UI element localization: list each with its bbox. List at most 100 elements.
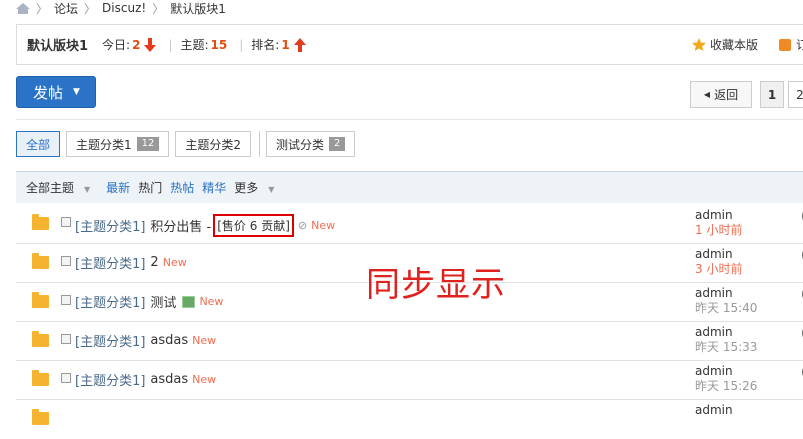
thread-row[interactable]: [主题分类1] asdas New admin 昨天 15:26 ( <box>16 361 803 400</box>
post-time: 昨天 15:33 <box>695 340 758 354</box>
author-name[interactable]: admin <box>695 325 733 339</box>
thread-title[interactable]: asdas <box>150 333 188 348</box>
post-time: 昨天 15:26 <box>695 379 758 393</box>
breadcrumb: 〉 论坛 〉 Discuz! 〉 默认版块1 <box>16 0 226 16</box>
breadcrumb-separator: 〉 <box>84 1 97 16</box>
all-topics-dropdown[interactable]: 全部主题 ▼ <box>26 179 98 196</box>
author-name[interactable]: admin <box>695 403 733 417</box>
filter-digest[interactable]: 精华 <box>202 179 226 196</box>
page-2[interactable]: 2 <box>788 81 803 108</box>
post-time: 1 小时前 <box>695 223 743 237</box>
divider <box>16 119 803 120</box>
favorite-label: 收藏本版 <box>709 38 758 52</box>
thread-checkbox[interactable] <box>61 256 71 266</box>
thread-title[interactable]: asdas <box>150 372 188 387</box>
divider <box>259 131 261 157</box>
tab-label: 测试分类 <box>276 137 325 152</box>
image-icon <box>182 295 196 308</box>
breadcrumb-item-discuz[interactable]: Discuz! <box>102 1 146 15</box>
thread-filter-bar: 全部主题 ▼ 最新 热门 热帖 精华 更多 ▼ <box>16 171 803 203</box>
caret-down-icon: ▼ <box>84 185 91 194</box>
favorite-forum-link[interactable]: 收藏本版 <box>691 36 758 53</box>
tab-category-2[interactable]: 主题分类2 <box>175 131 252 157</box>
new-badge: New <box>199 295 224 308</box>
page-1[interactable]: 1 <box>760 81 784 108</box>
category-tabs: 全部 主题分类1 12 主题分类2 测试分类 2 <box>16 131 361 157</box>
tab-test-category[interactable]: 测试分类 2 <box>266 131 356 157</box>
all-topics-label: 全部主题 <box>26 181 75 195</box>
breadcrumb-separator: 〉 <box>36 1 49 16</box>
rank-value: 1 <box>281 37 290 52</box>
breadcrumb-item-current[interactable]: 默认版块1 <box>170 0 226 17</box>
new-badge: New <box>192 373 217 386</box>
subscribe-label: 订 <box>795 38 803 52</box>
chevron-left-icon: ◀ <box>703 90 711 99</box>
tab-label: 主题分类1 <box>76 137 132 152</box>
filter-latest[interactable]: 最新 <box>106 179 130 196</box>
tab-label: 主题分类2 <box>185 137 242 152</box>
forum-name: 默认版块1 <box>27 39 89 54</box>
attachment-icon: ⊘ <box>297 219 308 232</box>
topics-count: 15 <box>210 37 228 52</box>
author-name[interactable]: admin <box>695 247 733 261</box>
arrow-up-icon <box>293 37 306 52</box>
author-name[interactable]: admin <box>695 208 733 222</box>
today-label: 今日: <box>102 38 131 52</box>
folder-icon <box>32 214 49 230</box>
count-badge: 12 <box>136 137 160 151</box>
author-name[interactable]: admin <box>695 286 733 300</box>
filter-hot-posts[interactable]: 热帖 <box>170 179 194 196</box>
new-badge: New <box>162 256 187 269</box>
caret-down-icon: ▼ <box>268 185 275 194</box>
forum-info-bar: 默认版块1 今日: 2 | 主题: 15 | 排名: 1 收藏本版 订 <box>16 24 803 65</box>
thread-title[interactable]: 积分出售 - <box>150 216 211 235</box>
more-label: 更多 <box>234 181 259 195</box>
thread-category[interactable]: [主题分类1] <box>75 292 145 311</box>
post-time: 3 小时前 <box>695 262 743 276</box>
star-icon <box>691 38 706 51</box>
breadcrumb-item-forum[interactable]: 论坛 <box>54 0 78 17</box>
breadcrumb-separator: 〉 <box>152 1 165 16</box>
folder-icon <box>32 331 49 347</box>
thread-row[interactable]: [主题分类1] 积分出售 - [售价 6 贡献] ⊘ New admin 1 小… <box>16 205 803 244</box>
thread-row[interactable]: admin <box>16 400 803 439</box>
thread-row[interactable]: [主题分类1] asdas New admin 昨天 15:33 ( <box>16 322 803 361</box>
folder-icon <box>32 253 49 269</box>
caret-down-icon: ▼ <box>73 87 80 97</box>
post-button[interactable]: 发帖 ▼ <box>16 76 96 108</box>
thread-category[interactable]: [主题分类1] <box>75 216 145 235</box>
tab-label: 全部 <box>26 137 51 152</box>
filter-hot[interactable]: 热门 <box>138 179 162 196</box>
price-tag: [售价 6 贡献] <box>213 214 294 237</box>
back-label: 返回 <box>714 88 739 102</box>
home-icon[interactable] <box>16 2 30 14</box>
topics-label: 主题: <box>180 38 209 52</box>
thread-checkbox[interactable] <box>61 334 71 344</box>
thread-category[interactable]: [主题分类1] <box>75 331 145 350</box>
thread-checkbox[interactable] <box>61 373 71 383</box>
thread-checkbox[interactable] <box>61 217 71 227</box>
count-badge: 2 <box>329 137 346 151</box>
tab-category-1[interactable]: 主题分类1 12 <box>66 131 170 157</box>
divider: | <box>239 37 244 52</box>
subscribe-link[interactable]: 订 <box>778 36 803 53</box>
new-badge: New <box>192 334 217 347</box>
folder-icon <box>32 370 49 386</box>
more-filters-dropdown[interactable]: 更多 ▼ <box>234 179 282 196</box>
tab-all[interactable]: 全部 <box>16 131 61 157</box>
arrow-down-icon <box>144 37 157 52</box>
divider: | <box>168 37 173 52</box>
back-button[interactable]: ◀ 返回 <box>690 81 752 108</box>
thread-category[interactable]: [主题分类1] <box>75 370 145 389</box>
annotation-text: 同步显示 <box>366 265 506 305</box>
thread-checkbox[interactable] <box>61 295 71 305</box>
thread-category[interactable]: [主题分类1] <box>75 253 145 272</box>
folder-icon <box>32 292 49 308</box>
thread-title[interactable]: 2 <box>150 255 158 270</box>
today-count: 2 <box>132 37 141 52</box>
post-time: 昨天 15:40 <box>695 301 758 315</box>
thread-title[interactable]: 测试 <box>150 292 176 311</box>
rank-label: 排名: <box>251 38 280 52</box>
author-name[interactable]: admin <box>695 364 733 378</box>
rss-icon <box>778 38 791 51</box>
